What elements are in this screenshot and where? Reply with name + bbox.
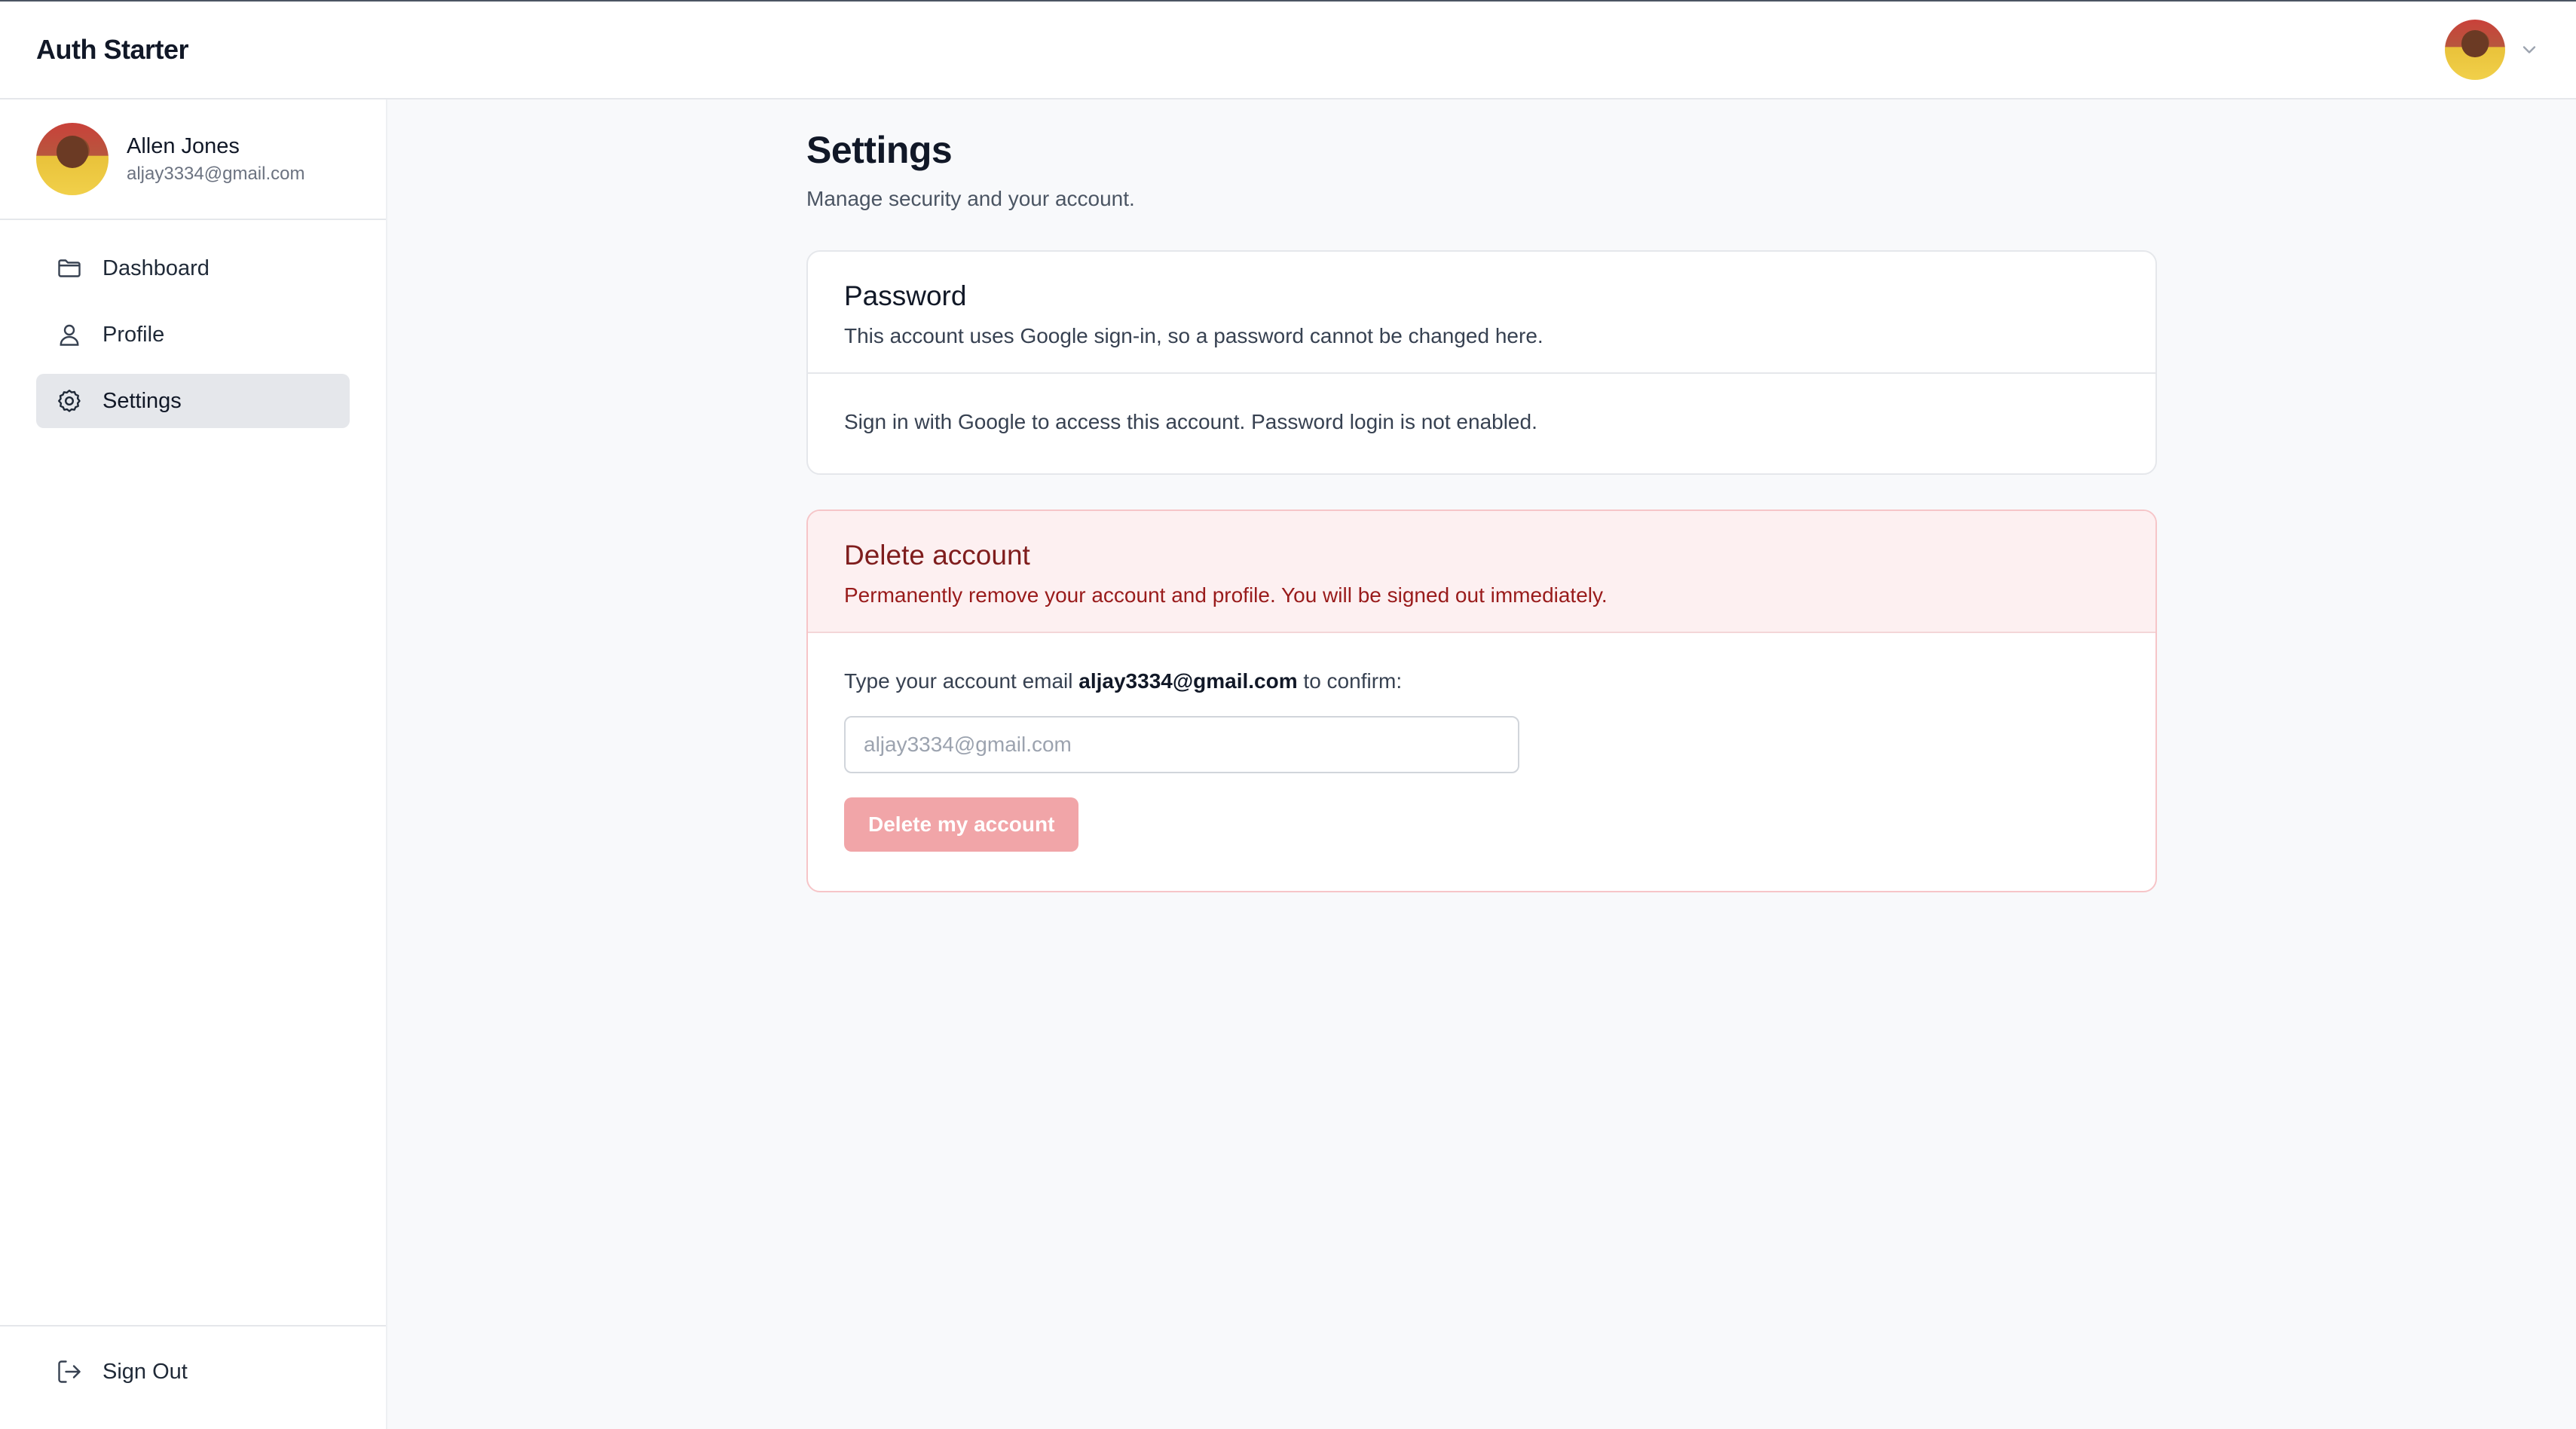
sidebar: Allen Jones aljay3334@gmail.com Dashboar… <box>0 99 387 1429</box>
sidebar-item-label: Settings <box>102 388 182 413</box>
gear-icon <box>58 390 81 412</box>
folder-icon <box>58 259 81 277</box>
password-card-header: Password This account uses Google sign-i… <box>808 252 2155 374</box>
sign-out-label: Sign Out <box>102 1359 188 1384</box>
delete-card-header: Delete account Permanently remove your a… <box>808 511 2155 633</box>
user-email: aljay3334@gmail.com <box>127 163 305 184</box>
main-content: Settings Manage security and your accoun… <box>806 128 2157 892</box>
delete-card-body: Type your account email aljay3334@gmail.… <box>808 633 2155 891</box>
confirm-prefix: Type your account email <box>844 669 1073 693</box>
confirm-email-input[interactable] <box>844 716 1519 773</box>
page-title: Settings <box>806 129 953 171</box>
sidebar-item-label: Profile <box>102 322 165 347</box>
password-card-description: This account uses Google sign-in, so a p… <box>844 324 1543 347</box>
confirm-suffix: to confirm: <box>1303 669 1403 693</box>
sidebar-item-dashboard[interactable]: Dashboard <box>36 241 350 295</box>
sign-out-button[interactable]: Sign Out <box>36 1345 350 1399</box>
sidebar-nav: Dashboard Profile Settings <box>0 220 386 428</box>
user-icon <box>60 324 79 346</box>
chevron-down-icon[interactable] <box>2519 39 2540 60</box>
confirm-email: aljay3334@gmail.com <box>1078 669 1298 693</box>
brand-title: Auth Starter <box>36 34 189 65</box>
delete-account-card: Delete account Permanently remove your a… <box>806 509 2157 892</box>
sidebar-footer: Sign Out <box>0 1325 386 1429</box>
delete-card-title: Delete account <box>844 540 1030 571</box>
user-card: Allen Jones aljay3334@gmail.com <box>0 99 386 220</box>
avatar[interactable] <box>2445 20 2505 80</box>
delete-account-button[interactable]: Delete my account <box>844 797 1079 852</box>
page-subtitle: Manage security and your account. <box>806 187 1135 210</box>
user-name: Allen Jones <box>127 133 240 158</box>
password-card-body: Sign in with Google to access this accou… <box>844 410 1537 433</box>
user-avatar <box>36 123 109 195</box>
sidebar-item-label: Dashboard <box>102 256 210 280</box>
confirm-instruction: Type your account email aljay3334@gmail.… <box>844 669 2119 693</box>
sidebar-item-settings[interactable]: Settings <box>36 374 350 428</box>
account-menu-trigger[interactable] <box>2445 20 2540 80</box>
top-bar: Auth Starter <box>0 0 2576 99</box>
delete-card-description: Permanently remove your account and prof… <box>844 583 1608 607</box>
password-card: Password This account uses Google sign-i… <box>806 250 2157 475</box>
sign-out-icon <box>58 1360 81 1383</box>
password-card-title: Password <box>844 280 967 311</box>
sidebar-item-profile[interactable]: Profile <box>36 308 350 362</box>
